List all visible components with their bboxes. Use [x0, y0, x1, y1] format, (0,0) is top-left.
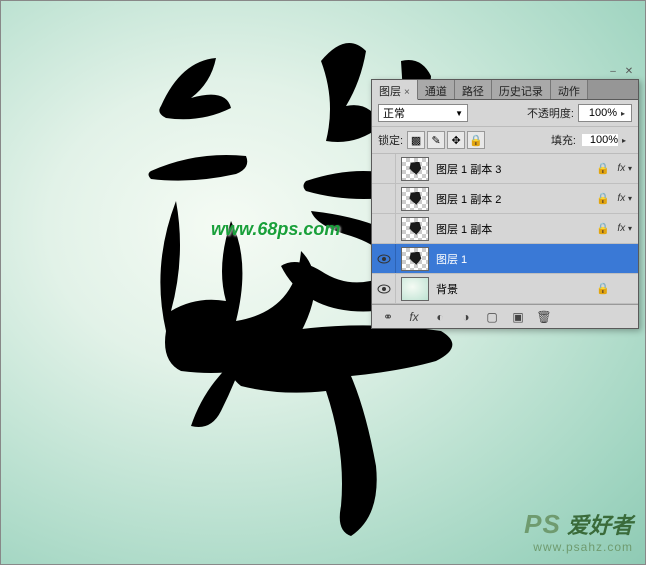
layer-mask-icon[interactable]: ◐ — [432, 309, 448, 325]
layer-thumbnail[interactable] — [396, 244, 434, 273]
new-layer-icon[interactable]: ▣ — [510, 309, 526, 325]
layer-lock-icon: 🔒 — [596, 192, 610, 205]
layer-row[interactable]: 图层 1 副本 2🔒fx ▾ — [372, 184, 638, 214]
opacity-label: 不透明度: — [527, 105, 574, 121]
opacity-input[interactable]: ▸ — [578, 104, 632, 122]
blend-mode-value: 正常 — [383, 105, 405, 121]
lock-transparency-icon[interactable]: ▩ — [407, 131, 425, 149]
watermark-suffix: 爱好者 — [567, 513, 633, 538]
layer-visibility-toggle[interactable] — [372, 244, 396, 273]
layer-row[interactable]: 背景🔒 — [372, 274, 638, 304]
layer-lock-icon: 🔒 — [596, 282, 610, 295]
eye-icon — [377, 254, 391, 264]
layer-group-icon[interactable]: ▢ — [484, 309, 500, 325]
layer-row[interactable]: 图层 1 副本🔒fx ▾ — [372, 214, 638, 244]
lock-icons: ▩ ✎ ✥ 🔒 — [407, 131, 485, 149]
panel-minimize-icon[interactable]: – — [606, 66, 620, 78]
lock-pixels-icon[interactable]: ✎ — [427, 131, 445, 149]
layer-thumbnail[interactable] — [396, 154, 434, 183]
layer-name-label[interactable]: 图层 1 副本 3 — [434, 161, 596, 177]
layer-row[interactable]: 图层 1 — [372, 244, 638, 274]
lock-all-icon[interactable]: 🔒 — [467, 131, 485, 149]
layer-thumbnail[interactable] — [396, 214, 434, 243]
adjustment-layer-icon[interactable]: ◑ — [458, 309, 474, 325]
layer-name-label[interactable]: 图层 1 — [434, 251, 596, 267]
tab-actions[interactable]: 动作 — [551, 80, 588, 99]
tab-channels[interactable]: 通道 — [418, 80, 455, 99]
panel-blend-row: 正常 ▼ 不透明度: ▸ — [372, 100, 638, 127]
editor-canvas: www.68ps.com PS 爱好者 www.psahz.com – ✕ 图层… — [0, 0, 646, 565]
watermark-bottom-right: PS 爱好者 www.psahz.com — [524, 508, 633, 554]
watermark-ps: PS — [524, 509, 561, 539]
watermark-center: www.68ps.com — [211, 219, 340, 240]
watermark-url: www.psahz.com — [524, 540, 633, 554]
eye-icon — [377, 284, 391, 294]
layers-list: 图层 1 副本 3🔒fx ▾图层 1 副本 2🔒fx ▾图层 1 副本🔒fx ▾… — [372, 154, 638, 304]
tab-layers[interactable]: 图层× — [372, 80, 418, 100]
delete-layer-icon[interactable]: 🗑 — [536, 309, 552, 325]
layer-fx-indicator[interactable]: fx ▾ — [610, 163, 634, 174]
layer-fx-indicator[interactable]: fx ▾ — [610, 193, 634, 204]
panel-tabs: 图层× 通道 路径 历史记录 动作 — [372, 80, 638, 100]
layer-name-label[interactable]: 背景 — [434, 281, 596, 297]
layer-lock-icon: 🔒 — [596, 222, 610, 235]
layer-visibility-toggle[interactable] — [372, 184, 396, 213]
layer-name-label[interactable]: 图层 1 副本 — [434, 221, 596, 237]
layer-visibility-toggle[interactable] — [372, 214, 396, 243]
lock-label: 锁定: — [378, 132, 403, 148]
tab-history[interactable]: 历史记录 — [492, 80, 551, 99]
opacity-value[interactable] — [581, 107, 617, 119]
layer-name-label[interactable]: 图层 1 副本 2 — [434, 191, 596, 207]
layer-row[interactable]: 图层 1 副本 3🔒fx ▾ — [372, 154, 638, 184]
panel-close-icon[interactable]: ✕ — [622, 66, 636, 78]
layer-lock-icon: 🔒 — [596, 162, 610, 175]
layer-fx-icon[interactable]: fx — [406, 309, 422, 325]
tab-paths[interactable]: 路径 — [455, 80, 492, 99]
tab-layers-close-icon[interactable]: × — [404, 87, 410, 98]
tab-layers-label: 图层 — [379, 86, 401, 98]
link-layers-icon[interactable]: ⚭ — [380, 309, 396, 325]
layer-thumbnail[interactable] — [396, 184, 434, 213]
layer-fx-indicator[interactable]: fx ▾ — [610, 223, 634, 234]
layer-visibility-toggle[interactable] — [372, 274, 396, 303]
layers-panel: – ✕ 图层× 通道 路径 历史记录 动作 正常 ▼ 不透明度: ▸ — [371, 79, 639, 329]
fill-value[interactable] — [582, 134, 618, 146]
opacity-arrow-icon[interactable]: ▸ — [617, 109, 629, 118]
blend-mode-select[interactable]: 正常 ▼ — [378, 104, 468, 122]
layer-visibility-toggle[interactable] — [372, 154, 396, 183]
panel-footer: ⚭ fx ◐ ◑ ▢ ▣ 🗑 — [372, 304, 638, 328]
panel-window-controls: – ✕ — [606, 66, 636, 78]
panel-lock-row: 锁定: ▩ ✎ ✥ 🔒 填充: ▸ — [372, 127, 638, 154]
layer-thumbnail[interactable] — [396, 274, 434, 303]
fill-label: 填充: — [551, 132, 576, 148]
fill-arrow-icon[interactable]: ▸ — [618, 136, 630, 145]
dropdown-icon: ▼ — [455, 109, 463, 118]
fill-input[interactable]: ▸ — [580, 134, 632, 146]
lock-position-icon[interactable]: ✥ — [447, 131, 465, 149]
